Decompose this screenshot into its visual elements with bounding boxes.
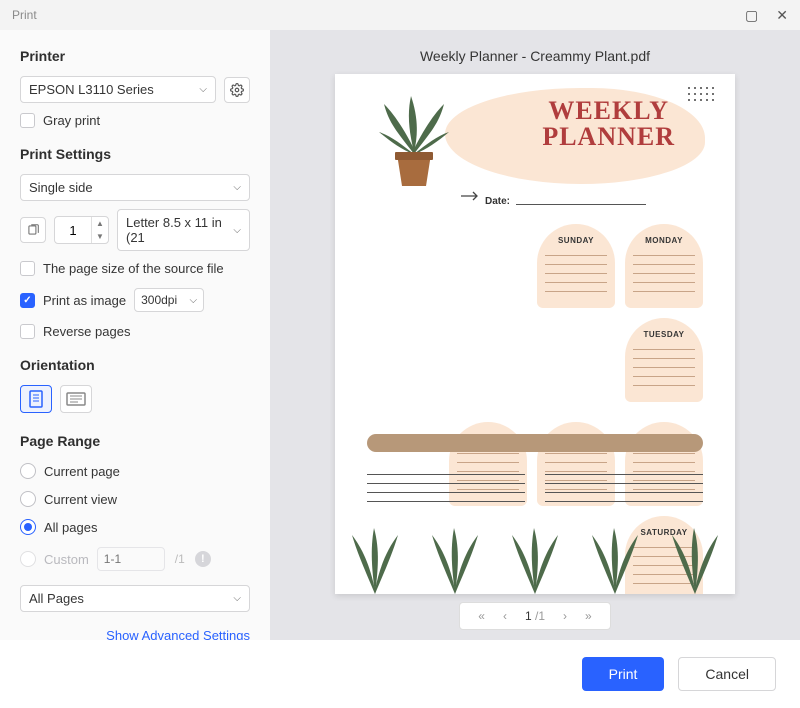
pager-current: 1 [525,609,532,623]
pager-first-icon[interactable]: « [478,609,485,623]
pager-total: /1 [535,609,545,623]
chevron-down-icon: ⌵ [190,295,198,306]
notes-section [367,466,703,510]
radio-icon [20,491,36,507]
document-preview: WEEKLYPLANNER Date: SUNDAYMONDAYTUESDAYW… [335,74,735,594]
printer-heading: Printer [20,48,250,64]
paper-selected-label: Letter 8.5 x 11 in (21 [126,215,233,245]
source-size-checkbox[interactable]: The page size of the source file [20,261,250,276]
window-title: Print [12,8,37,22]
current-page-label: Current page [44,464,120,479]
paper-size-select[interactable]: Letter 8.5 x 11 in (21 ⌵ [117,209,250,251]
cancel-button[interactable]: Cancel [678,657,776,691]
gray-print-checkbox[interactable]: Gray print [20,113,250,128]
range-current-view-radio[interactable]: Current view [20,491,250,507]
chevron-down-icon: ⌵ [233,225,241,236]
plant-icon [369,94,459,207]
orientation-portrait-button[interactable] [20,385,52,413]
day-card: MONDAY [625,224,703,308]
checkbox-icon [20,324,35,339]
print-settings-heading: Print Settings [20,146,250,162]
orientation-heading: Orientation [20,357,250,373]
pager-next-icon[interactable]: › [563,609,567,623]
radio-icon [20,463,36,479]
date-row: Date: [485,196,646,207]
main-area: Printer EPSON L3110 Series ⌵ Gray print … [0,30,800,640]
preview-page: WEEKLYPLANNER Date: SUNDAYMONDAYTUESDAYW… [335,74,735,594]
footer: Print Cancel [0,640,800,708]
range-all-pages-radio[interactable]: All pages [20,519,250,535]
source-size-label: The page size of the source file [43,261,224,276]
checkbox-icon [20,261,35,276]
pager-last-icon[interactable]: » [585,609,592,623]
chevron-down-icon: ⌵ [233,182,241,193]
range-current-page-radio[interactable]: Current page [20,463,250,479]
orientation-landscape-button[interactable] [60,385,92,413]
checkbox-icon [20,113,35,128]
chevron-down-icon: ⌵ [233,593,241,604]
print-as-image-checkbox[interactable]: Print as image [20,293,126,308]
collate-button[interactable] [20,217,46,243]
print-button[interactable]: Print [582,657,665,691]
stepper-up-icon[interactable]: ▲ [92,217,108,230]
arrow-icon [459,189,481,203]
dpi-select[interactable]: 300dpi ⌵ [134,288,204,312]
range-custom-row: Custom /1 ! [20,547,250,571]
printer-select[interactable]: EPSON L3110 Series ⌵ [20,76,216,103]
custom-suffix: /1 [175,552,185,566]
page-range-heading: Page Range [20,433,250,449]
dots-pattern-icon [685,84,725,114]
info-icon[interactable]: ! [195,551,211,567]
bottom-plants [335,520,735,594]
day-card: SUNDAY [537,224,615,308]
gray-print-label: Gray print [43,113,100,128]
dpi-selected-label: 300dpi [141,293,177,307]
preview-filename: Weekly Planner - Creammy Plant.pdf [420,48,650,64]
copies-input[interactable] [55,223,91,238]
duplex-select[interactable]: Single side ⌵ [20,174,250,201]
radio-disabled-icon[interactable] [20,551,36,567]
custom-range-input[interactable] [97,547,165,571]
page-subset-select[interactable]: All Pages ⌵ [20,585,250,612]
reverse-pages-checkbox[interactable]: Reverse pages [20,324,250,339]
titlebar-actions: ▢ ✕ [745,8,788,22]
checkbox-checked-icon [20,293,35,308]
radio-selected-icon [20,519,36,535]
all-pages-label: All pages [44,520,97,535]
close-icon[interactable]: ✕ [776,8,788,22]
printer-selected-label: EPSON L3110 Series [29,82,154,97]
duplex-selected-label: Single side [29,180,93,195]
pager-prev-icon[interactable]: ‹ [503,609,507,623]
print-as-image-label: Print as image [43,293,126,308]
planner-title: WEEKLYPLANNER [542,98,675,150]
subset-selected-label: All Pages [29,591,84,606]
divider-bar [367,434,703,452]
advanced-settings-link[interactable]: Show Advanced Settings [20,628,250,640]
printer-properties-button[interactable] [224,77,250,103]
preview-panel: Weekly Planner - Creammy Plant.pdf WEEKL… [270,30,800,640]
titlebar: Print ▢ ✕ [0,0,800,30]
chevron-down-icon: ⌵ [199,84,207,95]
copies-stepper[interactable]: ▲▼ [54,216,109,244]
stepper-down-icon[interactable]: ▼ [92,230,108,243]
day-card: TUESDAY [625,318,703,402]
maximize-icon[interactable]: ▢ [745,8,758,22]
reverse-pages-label: Reverse pages [43,324,130,339]
settings-panel: Printer EPSON L3110 Series ⌵ Gray print … [0,30,270,640]
custom-label: Custom [44,552,89,567]
current-view-label: Current view [44,492,117,507]
preview-pager: « ‹ 1 /1 › » [459,602,610,630]
